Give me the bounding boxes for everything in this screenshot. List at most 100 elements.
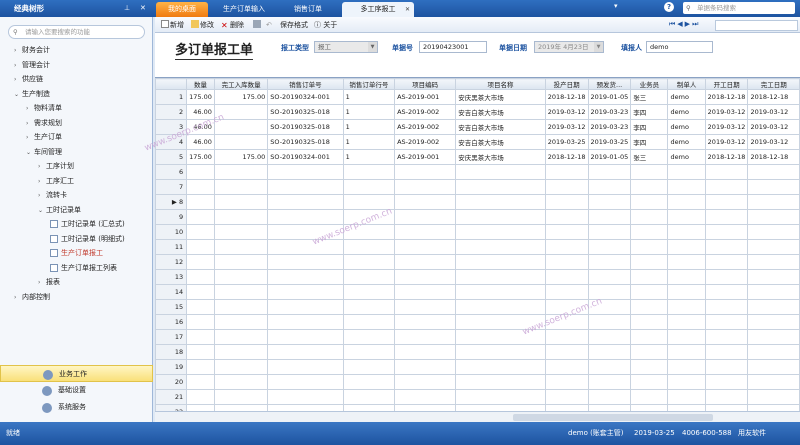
table-cell[interactable]: 1 bbox=[342, 119, 396, 135]
table-cell[interactable] bbox=[704, 239, 749, 255]
table-cell[interactable]: 2019-03-12 bbox=[747, 104, 800, 120]
column-header[interactable]: 投产日期 bbox=[544, 78, 589, 90]
horizontal-scrollbar[interactable] bbox=[155, 411, 800, 422]
table-cell[interactable] bbox=[394, 194, 457, 210]
table-cell[interactable] bbox=[667, 344, 706, 360]
table-cell[interactable]: AS-2019-002 bbox=[394, 119, 457, 135]
table-cell[interactable]: 2019-01-05 bbox=[587, 89, 632, 105]
table-row[interactable]: 21 bbox=[155, 389, 800, 405]
chevron-right-icon[interactable]: › bbox=[26, 131, 34, 146]
about-button[interactable]: ⓘ 关于 bbox=[314, 17, 337, 33]
table-cell[interactable] bbox=[747, 344, 800, 360]
table-cell[interactable] bbox=[186, 194, 215, 210]
table-cell[interactable]: 46.00 bbox=[186, 134, 215, 150]
table-cell[interactable] bbox=[213, 269, 269, 285]
table-cell[interactable] bbox=[186, 299, 215, 315]
table-cell[interactable] bbox=[704, 224, 749, 240]
table-cell[interactable]: 175.00 bbox=[186, 149, 215, 165]
table-cell[interactable] bbox=[342, 254, 396, 270]
table-cell[interactable]: SO-20190324-001 bbox=[267, 149, 344, 165]
table-cell[interactable] bbox=[544, 239, 589, 255]
table-cell[interactable] bbox=[630, 389, 669, 405]
column-header[interactable]: 开工日期 bbox=[704, 78, 749, 90]
table-cell[interactable] bbox=[186, 374, 215, 390]
table-cell[interactable] bbox=[342, 329, 396, 345]
table-cell[interactable] bbox=[667, 179, 706, 195]
sidebar-item[interactable]: › 管理会计 bbox=[0, 58, 153, 73]
chevron-right-icon[interactable]: › bbox=[14, 44, 22, 59]
table-cell[interactable] bbox=[544, 344, 589, 360]
table-cell[interactable] bbox=[587, 374, 632, 390]
table-cell[interactable]: SO-20190325-018 bbox=[267, 119, 344, 135]
chevron-down-icon[interactable]: ⌄ bbox=[14, 88, 22, 103]
table-cell[interactable] bbox=[213, 299, 269, 315]
table-row[interactable]: 18 bbox=[155, 344, 800, 360]
table-cell[interactable] bbox=[544, 269, 589, 285]
table-cell[interactable] bbox=[455, 194, 546, 210]
table-cell[interactable] bbox=[630, 284, 669, 300]
table-cell[interactable] bbox=[267, 389, 344, 405]
chevron-right-icon[interactable]: › bbox=[14, 73, 22, 88]
system-service-button[interactable]: 系统服务 bbox=[0, 399, 153, 416]
table-cell[interactable] bbox=[630, 179, 669, 195]
table-cell[interactable] bbox=[630, 329, 669, 345]
table-row[interactable]: 14 bbox=[155, 284, 800, 300]
table-cell[interactable] bbox=[394, 359, 457, 375]
table-row[interactable]: 7 bbox=[155, 179, 800, 195]
table-cell[interactable] bbox=[667, 314, 706, 330]
table-cell[interactable]: 2019-03-25 bbox=[587, 134, 632, 150]
table-cell[interactable] bbox=[587, 194, 632, 210]
table-cell[interactable]: 2019-03-12 bbox=[704, 134, 749, 150]
table-cell[interactable] bbox=[587, 389, 632, 405]
report-type-select[interactable]: 报工 ▼ bbox=[314, 41, 378, 53]
table-cell[interactable] bbox=[394, 164, 457, 180]
edit-button[interactable]: 修改 bbox=[191, 17, 214, 33]
table-cell[interactable] bbox=[667, 359, 706, 375]
table-cell[interactable] bbox=[186, 329, 215, 345]
table-cell[interactable]: 1 bbox=[342, 89, 396, 105]
chevron-down-icon[interactable]: ⌄ bbox=[26, 146, 34, 161]
table-cell[interactable]: demo bbox=[667, 119, 706, 135]
table-cell[interactable] bbox=[267, 209, 344, 225]
sidebar-item[interactable]: › 物料清单 bbox=[0, 101, 153, 116]
table-cell[interactable] bbox=[394, 344, 457, 360]
table-cell[interactable]: 175.00 bbox=[186, 89, 215, 105]
column-header[interactable]: 业务员 bbox=[630, 78, 669, 90]
table-cell[interactable]: 安庆黑茶大市场 bbox=[455, 89, 546, 105]
table-cell[interactable]: 175.00 bbox=[213, 89, 269, 105]
table-cell[interactable] bbox=[544, 224, 589, 240]
table-cell[interactable]: SO-20190324-001 bbox=[267, 89, 344, 105]
chevron-right-icon[interactable]: › bbox=[38, 160, 46, 175]
table-cell[interactable]: 1 bbox=[342, 149, 396, 165]
table-cell[interactable] bbox=[630, 299, 669, 315]
sidebar-item[interactable]: › 内部控制 bbox=[0, 290, 153, 305]
table-cell[interactable]: 2018-12-18 bbox=[544, 89, 589, 105]
table-row[interactable]: 11 bbox=[155, 239, 800, 255]
table-cell[interactable] bbox=[704, 389, 749, 405]
table-cell[interactable] bbox=[186, 359, 215, 375]
table-cell[interactable] bbox=[587, 239, 632, 255]
table-cell[interactable] bbox=[630, 239, 669, 255]
column-header[interactable]: 项目名称 bbox=[455, 78, 546, 90]
help-icon[interactable]: ? bbox=[664, 2, 674, 12]
table-cell[interactable]: 2019-03-12 bbox=[544, 119, 589, 135]
table-cell[interactable] bbox=[544, 254, 589, 270]
table-cell[interactable] bbox=[587, 269, 632, 285]
doc-date-field[interactable]: 2019年 4月23日 ▼ bbox=[534, 41, 604, 53]
table-cell[interactable] bbox=[630, 269, 669, 285]
table-cell[interactable] bbox=[186, 284, 215, 300]
tab-production-order-entry[interactable]: 生产订单输入 bbox=[212, 2, 276, 17]
function-search-input[interactable]: ⚲ 请输入您要搜索的功能 bbox=[8, 25, 145, 39]
table-cell[interactable] bbox=[587, 164, 632, 180]
sidebar-item[interactable]: › 工序计划 bbox=[0, 159, 153, 174]
table-cell[interactable] bbox=[213, 344, 269, 360]
table-cell[interactable] bbox=[747, 239, 800, 255]
sidebar-item[interactable]: 工时记录单 (明细式) bbox=[0, 232, 153, 247]
table-cell[interactable] bbox=[267, 329, 344, 345]
table-cell[interactable] bbox=[267, 359, 344, 375]
table-cell[interactable] bbox=[667, 329, 706, 345]
table-cell[interactable]: demo bbox=[667, 134, 706, 150]
sidebar-item[interactable]: ⌄ 生产制造 bbox=[0, 87, 153, 102]
table-cell[interactable] bbox=[267, 314, 344, 330]
table-cell[interactable] bbox=[394, 329, 457, 345]
